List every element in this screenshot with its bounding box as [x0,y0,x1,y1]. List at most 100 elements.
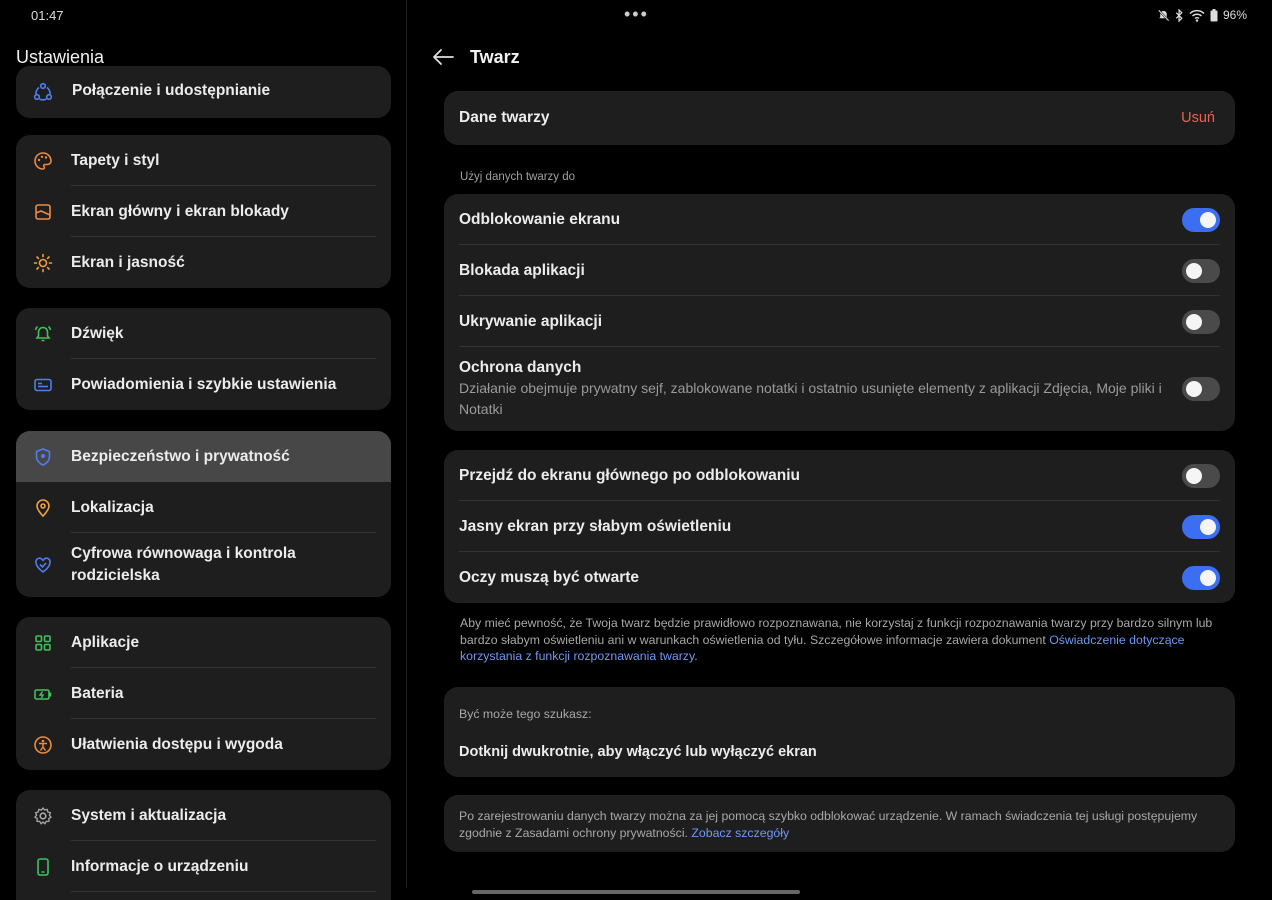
sidebar-item-label: Bateria [71,684,124,702]
sidebar-item-label: Ułatwienia dostępu i wygoda [71,735,283,753]
toggle-knob [1186,313,1202,330]
home-lock-screen-icon [33,202,53,222]
toggle-knob [1186,381,1202,397]
sidebar-item-label: Powiadomienia i szybkie ustawienia [71,375,337,393]
app-lock-toggle[interactable] [1182,258,1220,283]
sidebar-item-apps[interactable]: Aplikacje [16,617,391,668]
data-protection-toggle[interactable] [1182,377,1220,401]
toggle-knob [1200,518,1216,535]
share-network-icon [33,82,53,102]
toggle-knob [1200,211,1216,228]
sidebar-item-security[interactable]: Bezpieczeństwo i prywatność [16,431,391,482]
go-home-toggle[interactable] [1182,463,1220,488]
pane-divider [406,0,407,888]
sidebar-item-digital-wellbeing[interactable]: Cyfrowa równowaga i kontrola rodzicielsk… [16,533,391,597]
note-end: . [694,649,698,663]
face-options-card: Przejdź do ekranu głównego po odblokowan… [444,450,1235,603]
delete-face-data-button[interactable]: Usuń [1181,110,1215,126]
accessibility-icon [33,735,53,755]
toggle-knob [1186,467,1202,484]
row-label: Odblokowanie ekranu [459,210,621,228]
toggle-row-bright-screen[interactable]: Jasny ekran przy słabym oświetleniu [444,501,1235,552]
sidebar-group-security: Bezpieczeństwo i prywatność Lokalizacja … [16,431,391,597]
sidebar-item-wallpaper[interactable]: Tapety i styl [16,135,391,186]
toggle-row-hide-apps[interactable]: Ukrywanie aplikacji [444,296,1235,347]
sidebar-item-brightness[interactable]: Ekran i jasność [16,237,391,288]
face-data-label: Dane twarzy [459,109,550,126]
sidebar-item-notifications[interactable]: Powiadomienia i szybkie ustawienia [16,359,391,410]
sidebar-item-label: System i aktualizacja [71,806,227,824]
gear-icon [33,806,53,826]
privacy-text: Po zarejestrowaniu danych twarzy można z… [459,808,1219,842]
sidebar-item-label: Tapety i styl [71,151,160,169]
sidebar-group-sound: Dźwięk Powiadomienia i szybkie ustawieni… [16,308,391,410]
sidebar-group-display: Tapety i styl Ekran główny i ekran bloka… [16,135,391,288]
row-label: Jasny ekran przy słabym oświetleniu [459,517,732,535]
toggle-row-data-protection[interactable]: Ochrona danych Działanie obejmuje prywat… [444,347,1235,431]
row-label: Oczy muszą być otwarte [459,568,640,586]
privacy-card: Po zarejestrowaniu danych twarzy można z… [444,795,1235,852]
divider [71,891,376,892]
toggle-row-app-lock[interactable]: Blokada aplikacji [444,245,1235,296]
sidebar-item-home-lock[interactable]: Ekran główny i ekran blokady [16,186,391,237]
bluetooth-icon [1175,8,1184,22]
privacy-description: Po zarejestrowaniu danych twarzy można z… [459,809,1198,840]
suggestion-card: Być może tego szukasz: Dotknij dwukrotni… [444,687,1235,777]
sidebar-group-apps: Aplikacje Bateria Ułatwienia dostępu i w… [16,617,391,770]
gesture-home-bar[interactable] [472,890,800,894]
row-description: Działanie obejmuje prywatny sejf, zablok… [459,379,1162,417]
suggestion-double-tap[interactable]: Dotknij dwukrotnie, aby włączyć lub wyłą… [459,744,817,760]
toggle-knob [1186,262,1202,279]
screen-unlock-toggle[interactable] [1182,207,1220,232]
toggle-row-eyes-open[interactable]: Oczy muszą być otwarte [444,552,1235,603]
sidebar-item-label: Informacje o urządzeniu [71,857,249,875]
face-data-card: Dane twarzy Usuń [444,91,1235,145]
bright-screen-toggle[interactable] [1182,514,1220,539]
digital-wellbeing-icon [33,555,53,575]
face-data-row: Dane twarzy Usuń [444,91,1235,145]
row-label: Blokada aplikacji [459,261,585,279]
sidebar-item-label: Cyfrowa równowaga i kontrola rodzicielsk… [71,545,296,584]
phone-info-icon [33,857,53,877]
status-icons: 96% [1157,8,1247,22]
toggle-knob [1200,569,1216,586]
brightness-sun-icon [33,253,53,273]
suggestion-label: Być może tego szukasz: [459,707,592,721]
palette-icon [33,151,53,171]
mute-bell-icon [1157,9,1170,22]
notification-panel-icon [33,375,53,395]
toggle-row-go-home[interactable]: Przejdź do ekranu głównego po odblokowan… [444,450,1235,501]
sidebar-item-connection[interactable]: Połączenie i udostępnianie [16,66,391,118]
toggle-row-screen-unlock[interactable]: Odblokowanie ekranu [444,194,1235,245]
sidebar-item-accessibility[interactable]: Ułatwienia dostępu i wygoda [16,719,391,770]
row-label: Ukrywanie aplikacji [459,312,603,330]
sidebar-group-system: System i aktualizacja Informacje o urząd… [16,790,391,900]
bell-ringing-icon [33,324,53,344]
sidebar-item-label: Połączenie i udostępnianie [72,82,271,99]
sidebar-item-battery[interactable]: Bateria [16,668,391,719]
hide-apps-toggle[interactable] [1182,309,1220,334]
sidebar-item-label: Bezpieczeństwo i prywatność [71,447,290,465]
see-details-link[interactable]: Zobacz szczegóły [691,826,789,840]
row-label: Ochrona danych [459,358,582,376]
sidebar-item-label: Ekran i jasność [71,253,185,271]
multi-window-dots-icon[interactable]: ••• [624,4,649,25]
settings-sidebar: Ustawienia Połączenie i udostępnianie Ta… [0,0,406,900]
shield-icon [33,447,53,467]
face-uses-card: Odblokowanie ekranu Blokada aplikacji Uk… [444,194,1235,431]
sidebar-group-connections: Połączenie i udostępnianie [16,66,391,118]
sidebar-item-label: Aplikacje [71,633,140,651]
sidebar-item-system[interactable]: System i aktualizacja [16,790,391,841]
eyes-open-toggle[interactable] [1182,565,1220,590]
location-pin-icon [33,498,53,518]
sidebar-item-sound[interactable]: Dźwięk [16,308,391,359]
battery-icon [33,684,53,704]
sidebar-item-label: Dźwięk [71,324,124,342]
back-arrow-icon[interactable] [432,48,454,66]
wifi-icon [1189,9,1205,22]
sidebar-item-about-device[interactable]: Informacje o urządzeniu [16,841,391,892]
page-title: Ustawienia [16,47,105,67]
sidebar-item-location[interactable]: Lokalizacja [16,482,391,533]
battery-percent: 96% [1222,8,1247,22]
sidebar-item-label: Ekran główny i ekran blokady [71,202,289,220]
